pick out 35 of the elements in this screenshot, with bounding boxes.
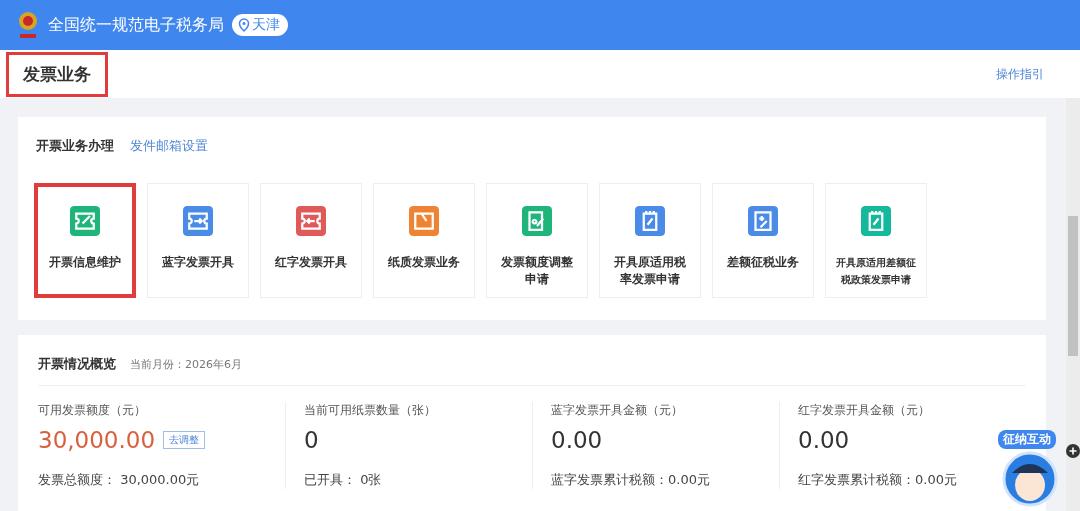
stat-label: 当前可用纸票数量（张） xyxy=(304,402,437,419)
stat-value: 30,000.00 xyxy=(38,427,156,453)
stat-label: 蓝字发票开具金额（元） xyxy=(551,402,684,419)
email-settings-link[interactable]: 发件邮箱设置 xyxy=(130,137,208,155)
section-title: 开票情况概览 xyxy=(38,355,116,373)
stat-label: 红字发票开具金额（元） xyxy=(798,402,931,419)
business-tile[interactable]: 开具原适用税率发票申请 xyxy=(599,183,701,298)
current-month: 当前月份：2026年6月 xyxy=(130,357,242,372)
business-tile[interactable]: 蓝字发票开具 xyxy=(147,183,249,298)
business-tile[interactable]: 开票信息维护 xyxy=(34,183,136,298)
stat-detail: 发票总额度： 30,000.00元 xyxy=(38,471,201,489)
emblem-icon xyxy=(16,10,40,40)
adjust-button[interactable]: 去调整 xyxy=(163,431,206,449)
business-tile[interactable]: 差额征税业务 xyxy=(712,183,814,298)
stat-value: 0 xyxy=(304,427,319,453)
business-tile[interactable]: 开具原适用差额征税政策发票申请 xyxy=(825,183,927,298)
region-selector[interactable]: 天津 xyxy=(232,14,288,36)
section-title: 开票业务办理 xyxy=(36,137,114,155)
business-tile[interactable]: 纸质发票业务 xyxy=(373,183,475,298)
stat-detail: 已开具： 0张 xyxy=(304,471,383,489)
stat-detail: 红字发票累计税额：0.00元 xyxy=(798,471,958,489)
guide-link[interactable]: 操作指引 xyxy=(996,65,1044,83)
business-tile[interactable]: 发票额度调整申请 xyxy=(486,183,588,298)
stat-value: 0.00 xyxy=(798,427,850,453)
stat-detail: 蓝字发票累计税额：0.00元 xyxy=(551,471,711,489)
assistant-avatar-icon[interactable] xyxy=(1002,451,1058,507)
stat-value: 0.00 xyxy=(551,427,603,453)
plus-icon[interactable] xyxy=(1066,444,1080,458)
site-title: 全国统一规范电子税务局 xyxy=(48,14,224,36)
page-title: 发票业务 xyxy=(6,51,108,97)
assistant-label[interactable]: 征纳互动 xyxy=(998,430,1056,449)
stat-label: 可用发票额度（元） xyxy=(38,402,147,419)
location-pin-icon xyxy=(238,18,250,32)
scrollbar[interactable] xyxy=(1066,98,1080,511)
business-tile[interactable]: 红字发票开具 xyxy=(260,183,362,298)
